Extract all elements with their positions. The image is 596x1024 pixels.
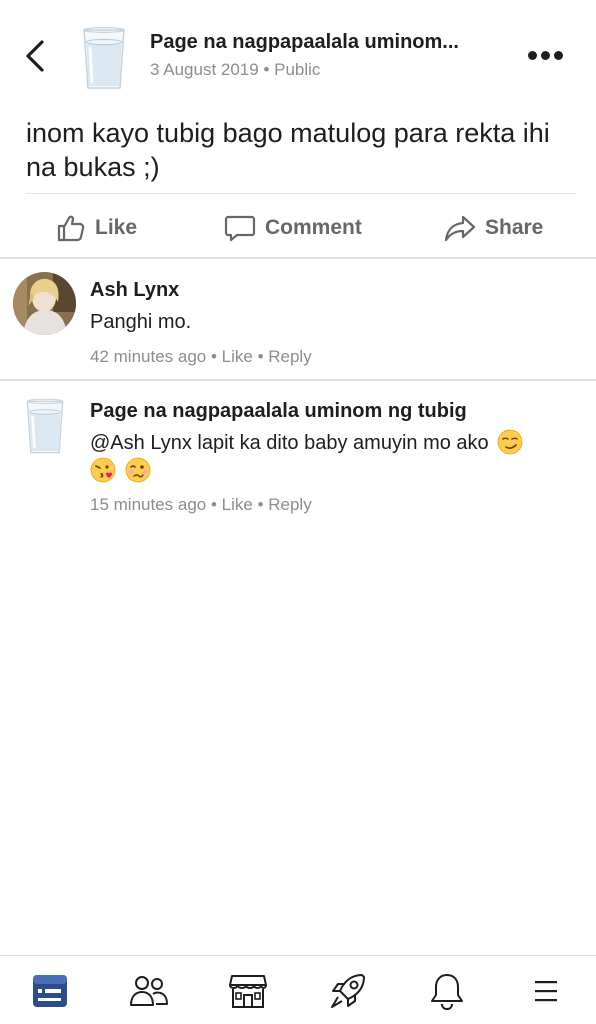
comment-meta: 15 minutes ago • Like • Reply (90, 495, 312, 515)
thumbs-up-icon (57, 215, 85, 242)
comment-author[interactable]: Page na nagpapaalala uminom ng tubig (90, 400, 467, 423)
more-options-button[interactable] (528, 44, 574, 68)
comment-label: Comment (265, 216, 362, 239)
more-dot (554, 51, 563, 60)
post-meta: 3 August 2019 • Public (150, 60, 320, 80)
meta-separator: • (206, 347, 222, 366)
nav-menu[interactable] (516, 966, 576, 1016)
page-title[interactable]: Page na nagpapaalala uminom... (150, 31, 500, 54)
more-dot (541, 51, 550, 60)
commenter-avatar[interactable] (13, 272, 76, 335)
smirking-face-emoji-icon (497, 429, 523, 455)
water-glass-icon (83, 26, 125, 89)
commenter-avatar[interactable] (22, 396, 68, 458)
woozy-face-emoji-icon (125, 457, 150, 483)
kissing-heart-emoji-icon (90, 457, 116, 483)
menu-icon (535, 981, 557, 1002)
comment-reply-link[interactable]: Reply (268, 495, 311, 514)
post-text: inom kayo tubig bago matulog para rekta … (26, 118, 550, 182)
nav-notifications[interactable] (417, 966, 477, 1016)
divider (26, 193, 576, 194)
comment-time: 15 minutes ago (90, 495, 207, 514)
marketplace-icon (229, 975, 267, 1008)
nav-news-feed[interactable] (20, 966, 80, 1016)
nav-marketplace[interactable] (218, 966, 278, 1016)
post-visibility: Public (274, 60, 321, 79)
rocket-icon (331, 974, 365, 1008)
post-date: 3 August 2019 (150, 60, 259, 79)
comment-text: @Ash Lynx lapit ka dito baby amuyin mo a… (90, 432, 489, 454)
meta-separator: • (206, 495, 222, 514)
chevron-left-icon (26, 40, 44, 72)
news-feed-icon (33, 975, 67, 1007)
page-avatar-water-glass[interactable] (78, 26, 130, 92)
like-label: Like (95, 216, 138, 239)
like-button[interactable]: Like (56, 208, 137, 248)
comment-bubble-icon (224, 215, 256, 242)
friends-icon (130, 976, 168, 1006)
comment-like-link[interactable]: Like (222, 347, 253, 366)
notifications-bell-icon (431, 974, 463, 1011)
meta-separator: • (252, 347, 269, 366)
share-label: Share (485, 216, 544, 239)
share-arrow-icon (444, 215, 476, 242)
divider (0, 379, 596, 381)
comment-text: Panghi mo. (90, 311, 192, 333)
meta-separator: • (252, 495, 269, 514)
meta-separator: • (258, 60, 275, 79)
comment-time: 42 minutes ago (90, 347, 207, 366)
comment-like-link[interactable]: Like (222, 495, 253, 514)
comment-reply-link[interactable]: Reply (268, 347, 311, 366)
nav-explore[interactable] (318, 966, 378, 1016)
water-glass-icon (26, 398, 64, 454)
comment-body: @Ash Lynx lapit ka dito baby amuyin mo a… (90, 429, 580, 485)
bottom-nav-divider (0, 955, 596, 956)
share-button[interactable]: Share (444, 208, 543, 248)
back-button[interactable] (18, 36, 54, 76)
comment-meta: 42 minutes ago • Like • Reply (90, 347, 312, 367)
ash-lynx-avatar-image (13, 272, 76, 335)
divider (0, 257, 596, 259)
more-dots-icon (528, 51, 537, 60)
nav-friends[interactable] (119, 966, 179, 1016)
comment-author[interactable]: Ash Lynx (90, 279, 179, 302)
comment-button[interactable]: Comment (224, 208, 362, 248)
